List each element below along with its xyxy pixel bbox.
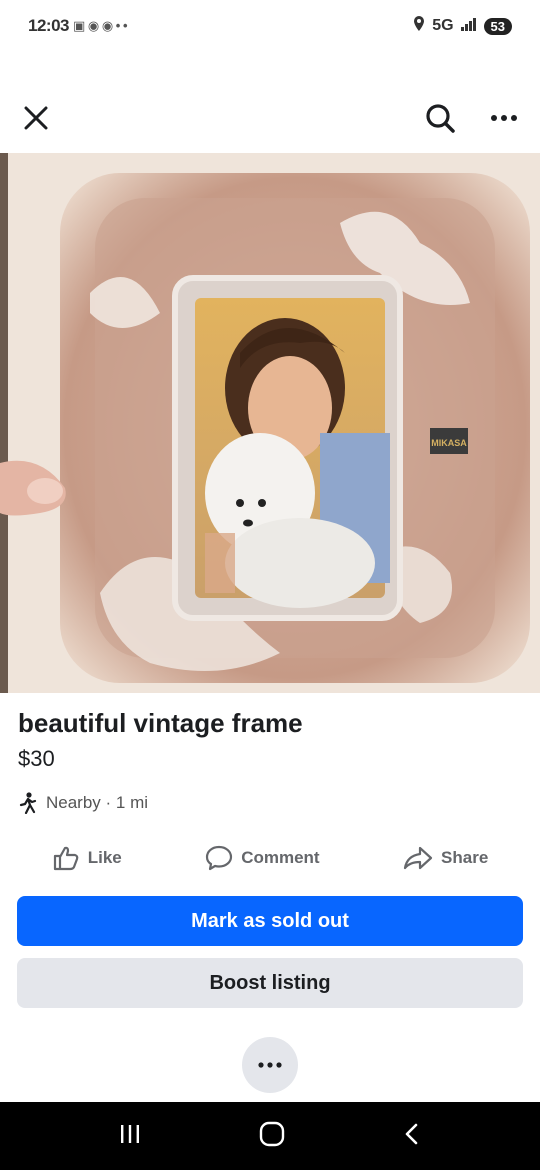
close-button[interactable] (18, 100, 54, 136)
listing-price: $30 (18, 746, 55, 771)
search-button[interactable] (422, 100, 458, 136)
share-label: Share (441, 848, 489, 867)
comment-label: Comment (241, 848, 320, 867)
more-options-button[interactable] (486, 100, 522, 136)
status-bar: 12:03 ▣ ◉ ◉ • • 5G 53 (0, 0, 540, 52)
more-icon (258, 1062, 282, 1068)
network-label: 5G (432, 17, 454, 34)
location-text: Nearby · 1 mi (46, 793, 149, 812)
close-icon (24, 106, 48, 130)
more-icon (491, 115, 517, 121)
system-navigation-bar (0, 1102, 540, 1170)
comment-button[interactable]: Comment (205, 845, 320, 871)
battery-indicator: 53 (483, 17, 512, 35)
recent-apps-icon (121, 1124, 140, 1143)
home-icon (259, 1121, 285, 1146)
more-actions-button[interactable] (242, 1037, 298, 1093)
signal-icon (460, 17, 478, 36)
status-time: 12:03 (28, 16, 69, 35)
thumbs-up-icon (53, 846, 79, 871)
mark-sold-button[interactable]: Mark as sold out (17, 896, 523, 946)
comment-bubble-icon (206, 845, 233, 871)
photo-frame-illustration: MIKASA (0, 153, 540, 693)
status-left: 12:03 ▣ ◉ ◉ • • (28, 16, 128, 36)
walking-person-icon (19, 792, 37, 814)
listing-photo[interactable]: MIKASA (0, 153, 540, 693)
top-nav (0, 88, 540, 148)
nav-right (422, 100, 522, 136)
boost-listing-button[interactable]: Boost listing (17, 958, 523, 1008)
status-right: 5G 53 (412, 15, 512, 38)
home-button[interactable] (259, 1121, 285, 1152)
action-bar: Like Comment Share (0, 836, 540, 880)
photo-brand-label: MIKASA (431, 438, 467, 448)
share-arrow-icon (403, 846, 433, 870)
share-button[interactable]: Share (403, 845, 488, 871)
listing-title: beautiful vintage frame (18, 708, 303, 738)
back-icon (405, 1123, 417, 1144)
like-label: Like (87, 848, 122, 867)
like-button[interactable]: Like (52, 845, 122, 871)
recent-apps-button[interactable] (118, 1123, 142, 1150)
back-button[interactable] (402, 1122, 422, 1151)
listing-location: Nearby · 1 mi (18, 792, 148, 814)
location-icon (412, 15, 426, 38)
notification-icons: ▣ ◉ ◉ • • (72, 18, 128, 33)
search-icon (426, 104, 455, 133)
